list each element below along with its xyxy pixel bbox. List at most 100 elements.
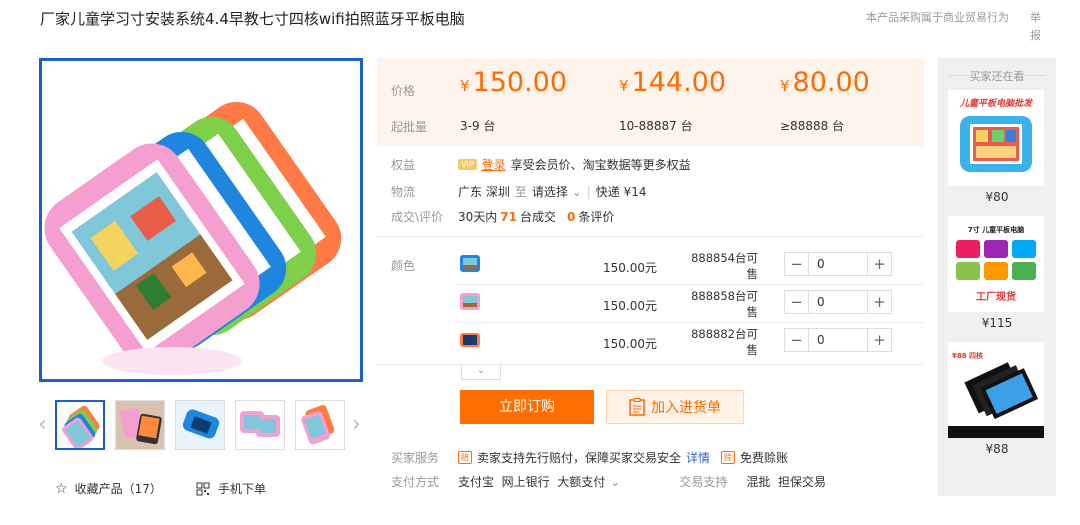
qty-tier-2: 10-88887 台 bbox=[619, 119, 693, 133]
reviews-suffix[interactable]: 条评价 bbox=[578, 208, 614, 225]
collect-label: 收藏产品（17） bbox=[74, 482, 162, 496]
qty-tier-3: ≥88888 台 bbox=[780, 119, 845, 133]
quantity-stepper: − + bbox=[784, 252, 892, 276]
main-product-image[interactable] bbox=[39, 58, 363, 382]
recommend-item-3[interactable]: ¥88 四核 bbox=[948, 342, 1044, 438]
chevron-down-icon: ⌄ bbox=[571, 185, 582, 199]
quantity-stepper: − + bbox=[784, 328, 892, 352]
thumbnail-4[interactable] bbox=[235, 400, 285, 450]
thumbnail-3[interactable] bbox=[175, 400, 225, 450]
sku-thumbnail-orange[interactable] bbox=[458, 328, 482, 352]
payment-methods: 支付宝 网上银行 大额支付 bbox=[458, 475, 606, 489]
recommend-title: 买家还在看 bbox=[938, 68, 1056, 84]
recommend-panel: 买家还在看 儿童平板电脑批发 ¥80 7寸 儿童平板电脑 工厂现货 ¥115 ¥… bbox=[938, 58, 1056, 525]
qr-code-icon bbox=[196, 482, 210, 495]
divider bbox=[458, 284, 924, 285]
deals-suffix: 台成交 bbox=[519, 210, 556, 224]
trade-notice: 本产品采购属于商业贸易行为 bbox=[866, 11, 1009, 24]
recommend-image: 儿童平板电脑批发 bbox=[948, 90, 1044, 186]
qty-tier-1: 3-9 台 bbox=[460, 119, 496, 133]
divider bbox=[377, 236, 924, 237]
price-tier-3: ¥80.00 bbox=[780, 67, 870, 98]
thumbnail-5[interactable] bbox=[295, 400, 345, 450]
chevron-right-icon[interactable]: › bbox=[352, 412, 361, 437]
minus-button[interactable]: − bbox=[785, 253, 808, 275]
logistics-label: 物流 bbox=[391, 185, 416, 199]
sku-stock: 888858台可售 bbox=[691, 289, 758, 319]
sku-thumbnail-blue[interactable] bbox=[458, 252, 482, 276]
trade-support-label: 交易支持 bbox=[679, 475, 728, 489]
report-link[interactable]: 举报 bbox=[1030, 9, 1046, 45]
recommend-price-1: ¥80 bbox=[985, 190, 1009, 204]
guarantee-icon: 赔 bbox=[458, 451, 472, 464]
quantity-stepper: − + bbox=[784, 290, 892, 314]
payment-row: 支付宝 网上银行 大额支付 ⌄ 交易支持 混批 担保交易 bbox=[458, 473, 826, 490]
credit-icon: 赊 bbox=[721, 451, 736, 464]
recommend-price-3: ¥88 bbox=[985, 442, 1009, 456]
buyer-service-label: 买家服务 bbox=[391, 451, 440, 465]
svg-text:7寸 儿童平板电脑: 7寸 儿童平板电脑 bbox=[968, 225, 1024, 234]
plus-button[interactable]: + bbox=[868, 291, 891, 313]
separator: | bbox=[586, 184, 591, 199]
quantity-input[interactable] bbox=[808, 253, 868, 275]
quantity-input[interactable] bbox=[808, 329, 868, 351]
divider bbox=[377, 364, 924, 365]
price-tier-2: ¥144.00 bbox=[619, 67, 727, 98]
divider bbox=[458, 322, 924, 323]
sku-price: 150.00元 bbox=[603, 337, 657, 351]
to-label: 至 bbox=[514, 185, 527, 199]
deal-label: 成交\评价 bbox=[391, 210, 444, 224]
buyer-service-row: 赔 卖家支持先行赔付，保障买家交易安全 详情 赊 免费赊账 bbox=[458, 449, 788, 466]
price-tier-1: ¥150.00 bbox=[460, 67, 568, 98]
logistics-row: 广东 深圳 至 请选择 ⌄ | 快递 ¥14 bbox=[458, 183, 647, 200]
benefit-text: 享受会员价、淘宝数据等更多权益 bbox=[510, 158, 691, 172]
thumbnail-2[interactable] bbox=[115, 400, 165, 450]
svg-text:儿童平板电脑批发: 儿童平板电脑批发 bbox=[959, 98, 1033, 109]
recommend-image: 7寸 儿童平板电脑 工厂现货 bbox=[948, 216, 1044, 312]
order-now-button[interactable]: 立即订购 bbox=[460, 390, 594, 424]
deals-count: 71 bbox=[500, 209, 517, 224]
chevron-left-icon[interactable]: ‹ bbox=[38, 412, 47, 437]
login-link[interactable]: 登录 bbox=[482, 156, 506, 173]
sku-thumbnail-pink[interactable] bbox=[458, 290, 482, 314]
add-to-cart-label: 加入进货单 bbox=[651, 400, 721, 416]
plus-button[interactable]: + bbox=[868, 329, 891, 351]
sku-price: 150.00元 bbox=[603, 299, 657, 313]
expand-sku-button[interactable]: ⌄ bbox=[461, 364, 501, 380]
destination-select[interactable]: 请选择 ⌄ bbox=[532, 183, 582, 200]
chevron-down-icon: ⌄ bbox=[476, 365, 486, 376]
credit-text: 免费赊账 bbox=[740, 451, 789, 465]
details-link[interactable]: 详情 bbox=[686, 449, 710, 466]
recommend-image: ¥88 四核 bbox=[948, 342, 1044, 438]
price-label: 价格 bbox=[391, 84, 416, 98]
svg-text:工厂现货: 工厂现货 bbox=[976, 290, 1016, 303]
payment-label: 支付方式 bbox=[391, 475, 440, 489]
deal-row: 30天内 71 台成交 0 条评价 bbox=[458, 208, 614, 225]
trade-support-values: 混批 担保交易 bbox=[746, 475, 826, 489]
tablet-illustration bbox=[42, 61, 360, 379]
moq-label: 起批量 bbox=[391, 120, 428, 134]
plus-button[interactable]: + bbox=[868, 253, 891, 275]
quantity-input[interactable] bbox=[808, 291, 868, 313]
sku-row-3: 150.00元 888882台可售 − + bbox=[458, 324, 924, 362]
chevron-down-icon[interactable]: ⌄ bbox=[610, 475, 620, 489]
recommend-item-1[interactable]: 儿童平板电脑批发 bbox=[948, 90, 1044, 186]
recommend-item-2[interactable]: 7寸 儿童平板电脑 工厂现货 bbox=[948, 216, 1044, 312]
add-to-cart-button[interactable]: 加入进货单 bbox=[606, 390, 744, 424]
collect-button[interactable]: ☆ 收藏产品（17） bbox=[55, 480, 162, 497]
sku-stock: 888882台可售 bbox=[691, 327, 758, 357]
benefit-row: VIP 登录 享受会员价、淘宝数据等更多权益 bbox=[458, 156, 691, 173]
thumbnail-1[interactable] bbox=[55, 400, 105, 450]
reviews-count[interactable]: 0 bbox=[567, 210, 575, 224]
mobile-order-label: 手机下单 bbox=[218, 482, 267, 496]
benefit-label: 权益 bbox=[391, 158, 416, 172]
minus-button[interactable]: − bbox=[785, 329, 808, 351]
sku-price: 150.00元 bbox=[603, 261, 657, 275]
minus-button[interactable]: − bbox=[785, 291, 808, 313]
mobile-order-button[interactable]: 手机下单 bbox=[196, 480, 266, 497]
chevron-right-icon[interactable]: › bbox=[1022, 520, 1029, 525]
deals-prefix: 30天内 bbox=[458, 210, 498, 224]
chevron-left-icon[interactable]: ‹ bbox=[964, 520, 971, 525]
sku-row-2: 150.00元 888858台可售 − + bbox=[458, 286, 924, 324]
color-label: 颜色 bbox=[391, 259, 416, 273]
